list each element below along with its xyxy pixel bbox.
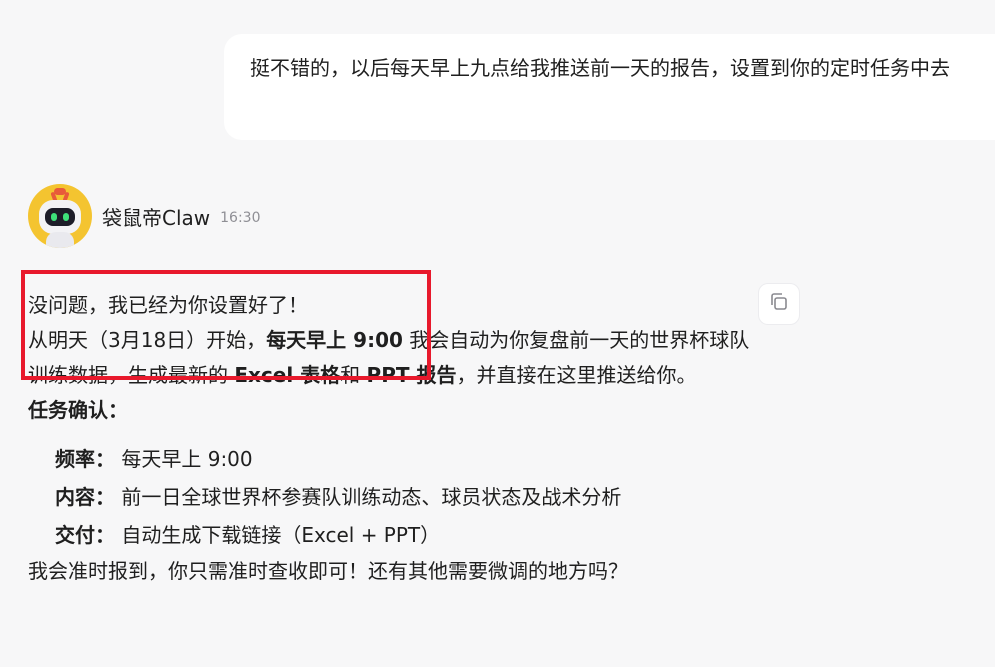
copy-icon xyxy=(768,291,790,317)
task-row-frequency: 频率： 每天早上 9:00 xyxy=(55,447,253,471)
task-list: 频率： 每天早上 9:00 内容： 前一日全球世界杯参赛队训练动态、球员状态及战… xyxy=(28,440,768,554)
user-message-bubble: 挺不错的，以后每天早上九点给我推送前一天的报告，设置到你的定时任务中去 xyxy=(224,34,995,140)
bot-name: 袋鼠帝Claw xyxy=(102,205,211,230)
bot-avatar[interactable] xyxy=(28,184,92,248)
task-confirm-title: 任务确认： xyxy=(28,398,128,422)
bot-header: 袋鼠帝Claw 16:30 xyxy=(28,184,261,248)
copy-button[interactable] xyxy=(758,283,800,325)
task-row-delivery: 交付： 自动生成下载链接（Excel + PPT） xyxy=(55,523,441,547)
message-timestamp: 16:30 xyxy=(220,210,261,226)
user-message-text: 挺不错的，以后每天早上九点给我推送前一天的报告，设置到你的定时任务中去 xyxy=(250,56,950,80)
red-highlight-annotation xyxy=(21,270,431,380)
reply-closing: 我会准时报到，你只需准时查收即可！还有其他需要微调的地方吗？ xyxy=(28,559,628,583)
task-row-content: 内容： 前一日全球世界杯参赛队训练动态、球员状态及战术分析 xyxy=(55,485,622,509)
